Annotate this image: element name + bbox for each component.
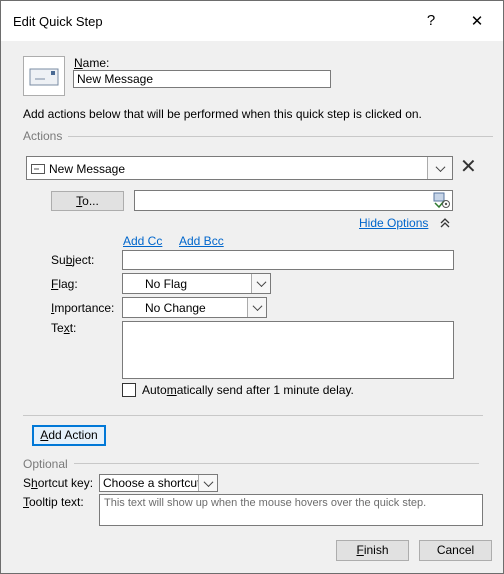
to-button[interactable]: To... <box>51 191 124 211</box>
add-action-button[interactable]: Add Action <box>32 425 106 446</box>
instructions-text: Add actions below that will be performed… <box>23 107 422 121</box>
text-label: Text: <box>51 321 77 335</box>
actions-group-label: Actions <box>23 129 69 143</box>
shortcut-key-select[interactable]: Choose a shortcut <box>99 474 218 492</box>
chevron-down-icon[interactable] <box>427 157 452 179</box>
auto-send-checkbox[interactable] <box>122 383 136 397</box>
to-field[interactable] <box>134 190 453 211</box>
optional-divider <box>23 463 479 464</box>
collapse-chevron-icon[interactable] <box>440 218 450 228</box>
importance-select[interactable]: No Change <box>122 297 267 318</box>
shortcut-key-value: Choose a shortcut <box>103 476 201 490</box>
finish-button[interactable]: Finish <box>336 540 409 561</box>
quick-step-icon[interactable] <box>23 56 65 96</box>
flag-label: Flag: <box>51 277 78 291</box>
help-button[interactable]: ? <box>421 12 441 29</box>
text-area[interactable] <box>122 321 454 379</box>
chevron-down-icon[interactable] <box>251 274 270 293</box>
close-button[interactable]: ✕ <box>467 12 487 30</box>
envelope-icon <box>31 164 45 174</box>
subject-input[interactable] <box>122 250 454 270</box>
action-type-select[interactable]: New Message <box>26 156 453 180</box>
window-title: Edit Quick Step <box>13 14 103 29</box>
hide-options-link[interactable]: Hide Options <box>359 216 428 230</box>
chevron-down-icon[interactable] <box>247 298 266 317</box>
actions-bottom-divider <box>23 415 483 416</box>
chevron-down-icon[interactable] <box>198 475 217 491</box>
flag-select[interactable]: No Flag <box>122 273 271 294</box>
name-input[interactable]: New Message <box>73 70 331 88</box>
subject-label: Subject: <box>51 253 95 267</box>
add-cc-link[interactable]: Add Cc <box>123 234 162 248</box>
address-book-icon[interactable] <box>433 192 451 209</box>
shortcut-key-label: Shortcut key: <box>23 476 94 490</box>
name-label-rest: ame: <box>82 56 110 70</box>
action-type-value: New Message <box>49 162 126 176</box>
flag-value: No Flag <box>145 277 188 291</box>
add-bcc-link[interactable]: Add Bcc <box>179 234 224 248</box>
optional-group-label: Optional <box>23 457 74 471</box>
title-bar: Edit Quick Step ? ✕ <box>1 1 503 41</box>
actions-divider <box>23 136 493 137</box>
tooltip-text-input[interactable]: This text will show up when the mouse ho… <box>99 494 483 526</box>
name-label: Name: <box>74 56 110 70</box>
envelope-icon <box>29 68 59 86</box>
remove-action-icon[interactable]: ✕ <box>460 156 477 178</box>
importance-value: No Change <box>145 301 206 315</box>
tooltip-text-label: Tooltip text: <box>23 495 84 509</box>
auto-send-label: Automatically send after 1 minute delay. <box>142 383 354 397</box>
importance-label: Importance: <box>51 301 115 315</box>
edit-quick-step-dialog: Edit Quick Step ? ✕ Name: New Message Ad… <box>0 0 504 574</box>
cancel-button[interactable]: Cancel <box>419 540 492 561</box>
